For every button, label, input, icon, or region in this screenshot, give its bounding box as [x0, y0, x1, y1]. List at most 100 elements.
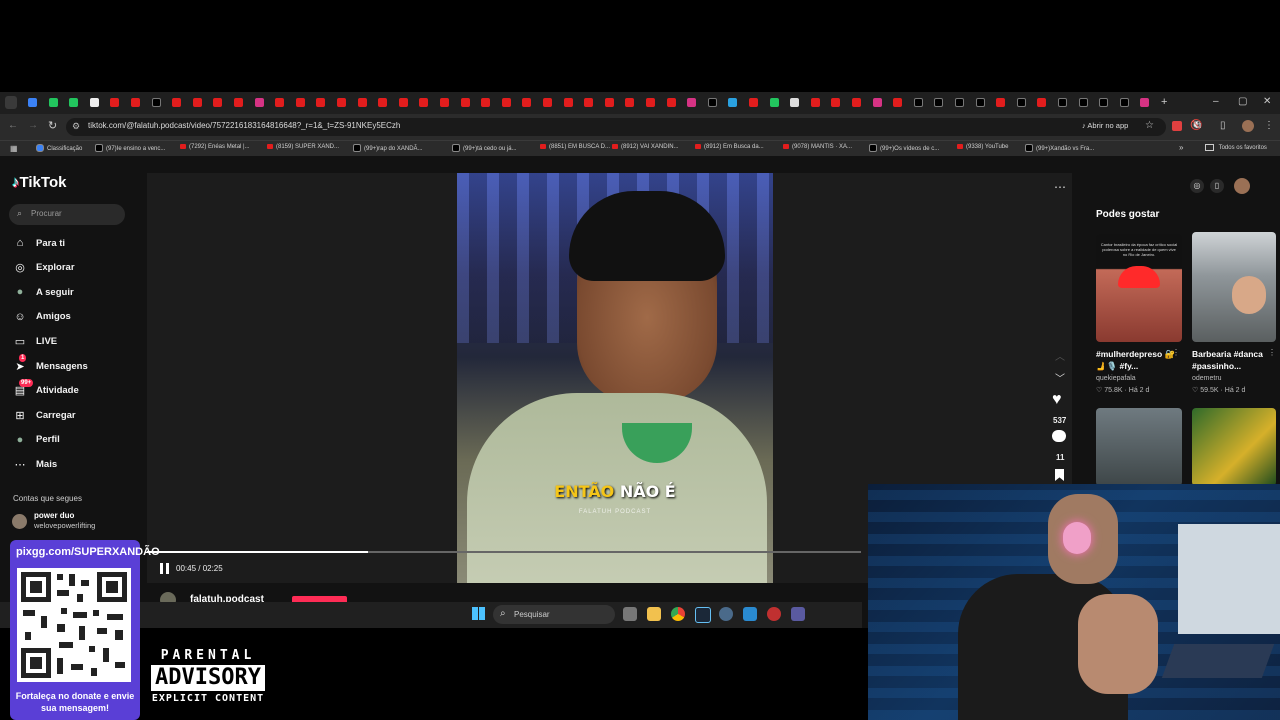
taskbar-search[interactable]: ⌕ Pesquisar: [493, 605, 615, 624]
prev-video-icon[interactable]: ︿: [1055, 348, 1065, 363]
browser-tab-favicon[interactable]: [707, 98, 717, 107]
comment-icon[interactable]: [1052, 430, 1066, 442]
browser-tab-favicon[interactable]: [213, 98, 223, 107]
sidebar-item-mensagens[interactable]: ➤ 1 Mensagens: [13, 354, 88, 376]
sidebar-item-a-seguir[interactable]: ● A seguir: [13, 282, 74, 302]
browser-tab-favicon[interactable]: [563, 98, 573, 107]
close-window-icon[interactable]: ✕: [1263, 96, 1271, 107]
sidebar-item-mais[interactable]: ⋯ Mais: [13, 454, 58, 474]
browser-tab-favicon[interactable]: [522, 98, 532, 107]
like-icon[interactable]: ♥: [1052, 391, 1062, 409]
reload-icon[interactable]: ↻: [48, 119, 57, 132]
browser-tab-favicon[interactable]: [831, 98, 841, 107]
bookmark-item[interactable]: (7292) Enéas Metal |...: [180, 144, 250, 150]
browser-tab-favicon[interactable]: [357, 98, 367, 107]
photo-app-icon[interactable]: [743, 607, 757, 621]
steam-icon[interactable]: [695, 607, 711, 623]
browser-tab-favicon[interactable]: [687, 98, 697, 107]
video-card-1-title[interactable]: #mulherdepreso 🔐🫸🎙️ #fy...: [1096, 348, 1182, 372]
browser-tab-favicon[interactable]: [48, 98, 58, 107]
next-video-icon[interactable]: ﹀: [1055, 370, 1065, 385]
bookmark-item[interactable]: (99+)rap do XANDÃ...: [353, 144, 423, 152]
bookmark-item[interactable]: (9338) YouTube: [957, 144, 1008, 150]
browser-tab-favicon[interactable]: [1016, 98, 1026, 107]
bookmark-item[interactable]: (99+)Os vídeos de c...: [869, 144, 939, 152]
bookmark-item[interactable]: (97)Ie ensino a venc...: [95, 144, 165, 152]
settings-icon[interactable]: [719, 607, 733, 621]
browser-tab-favicon[interactable]: [769, 98, 779, 107]
browser-tab-favicon[interactable]: [1140, 98, 1150, 107]
browser-tab-favicon[interactable]: [749, 98, 758, 107]
device-icon[interactable]: ▯: [1210, 179, 1224, 193]
url-text[interactable]: tiktok.com/@falatuh.podcast/video/757221…: [88, 121, 400, 130]
browser-tab-favicon[interactable]: [1037, 98, 1047, 107]
windows-start-icon[interactable]: [472, 607, 485, 620]
extensions-puzzle-icon[interactable]: ⧉: [1194, 120, 1201, 131]
browser-tab-favicon[interactable]: [151, 98, 161, 107]
profile-avatar-icon[interactable]: [1242, 120, 1254, 132]
browser-tab-favicon[interactable]: [810, 98, 820, 107]
sidebar-item-live[interactable]: ▭ LIVE: [13, 331, 57, 351]
new-tab-button[interactable]: +: [1161, 96, 1167, 108]
bookmark-item[interactable]: (99+)Xandão vs Fra...: [1025, 144, 1094, 152]
video-card-3-thumb[interactable]: [1096, 408, 1182, 486]
video-card-2-thumb[interactable]: [1192, 232, 1276, 342]
apps-grid-icon[interactable]: ▦: [10, 144, 18, 153]
misc-app-icon[interactable]: [791, 607, 805, 621]
browser-tab-favicon[interactable]: [934, 98, 944, 107]
browser-tab-favicon[interactable]: [666, 98, 676, 107]
browser-tab-favicon[interactable]: [1058, 98, 1067, 107]
game-app-icon[interactable]: [767, 607, 781, 621]
browser-tab-favicon[interactable]: [975, 98, 985, 107]
following-item[interactable]: power duo welovepowerlifting: [12, 511, 132, 533]
video-card-1-more-icon[interactable]: ⋮: [1172, 348, 1180, 357]
browser-tab-favicon[interactable]: [1099, 98, 1109, 107]
bookmark-item[interactable]: (8851) EM BUSCA D...: [540, 144, 610, 150]
browser-tab-favicon[interactable]: [996, 98, 1006, 107]
browser-tab-favicon[interactable]: [1119, 98, 1129, 107]
browser-tab-favicon[interactable]: [646, 98, 655, 107]
sidebar-item-para-ti[interactable]: ⌂ Para ti: [13, 233, 65, 253]
browser-tab-favicon[interactable]: [192, 98, 202, 107]
bookmark-item[interactable]: Classificação: [36, 144, 82, 152]
bookmark-item[interactable]: (9078) MANTIS · XA...: [783, 144, 852, 150]
pause-icon[interactable]: [160, 563, 169, 574]
sidebar-item-explorar[interactable]: ◎ Explorar: [13, 258, 74, 278]
search-input[interactable]: ⌕ Procurar: [9, 204, 125, 225]
browser-tab-favicon[interactable]: [955, 98, 964, 107]
maximize-icon[interactable]: ▢: [1238, 96, 1247, 107]
video-card-4-thumb[interactable]: [1192, 408, 1276, 486]
bookmark-star-icon[interactable]: ☆: [1145, 120, 1154, 131]
sidebar-icon[interactable]: ▯: [1220, 120, 1226, 131]
browser-tab-favicon[interactable]: [625, 98, 635, 107]
bookmark-item[interactable]: (8912) Em Busca da...: [695, 144, 764, 150]
user-avatar[interactable]: [1234, 178, 1250, 194]
browser-tab-favicon[interactable]: [295, 98, 305, 107]
browser-tab-favicon[interactable]: [604, 98, 614, 107]
browser-tab-favicon[interactable]: [543, 98, 552, 107]
bookmark-item[interactable]: (8159) SUPER XAND...: [267, 144, 339, 150]
browser-tab-favicon[interactable]: [481, 98, 491, 107]
open-in-app-button[interactable]: ♪ Abrir no app: [1078, 121, 1132, 133]
tiktok-logo[interactable]: ♪TikTok: [12, 174, 66, 191]
bookmark-item[interactable]: (99+)tá cedo ou já...: [452, 144, 517, 152]
browser-tab-favicon[interactable]: [316, 98, 326, 107]
browser-tab-favicon[interactable]: [275, 98, 285, 107]
sidebar-item-amigos[interactable]: ☺ Amigos: [13, 307, 70, 327]
browser-tab-favicon[interactable]: [234, 98, 243, 107]
video-card-1-thumb[interactable]: Cantor brasileiro da época faz crítico s…: [1096, 234, 1182, 342]
browser-tab-favicon[interactable]: [89, 98, 99, 107]
sidebar-item-perfil[interactable]: ● Perfil: [13, 430, 60, 450]
browser-tab-favicon[interactable]: [913, 98, 923, 107]
browser-tab-favicon[interactable]: [172, 98, 182, 107]
site-info-icon[interactable]: ⚙: [72, 121, 80, 132]
browser-tab-favicon[interactable]: [440, 98, 449, 107]
video-more-options-icon[interactable]: ⋯: [1054, 180, 1066, 194]
browser-tab-favicon[interactable]: [501, 98, 511, 107]
tab-search-button[interactable]: [5, 96, 17, 109]
more-bookmarks-icon[interactable]: »: [1179, 143, 1183, 152]
video-card-1-author[interactable]: quekiepafala: [1096, 375, 1136, 382]
sidebar-item-atividade[interactable]: ▤ 99+ Atividade: [13, 378, 79, 401]
browser-tab-favicon[interactable]: [419, 98, 429, 107]
browser-tab-favicon[interactable]: [110, 98, 120, 107]
